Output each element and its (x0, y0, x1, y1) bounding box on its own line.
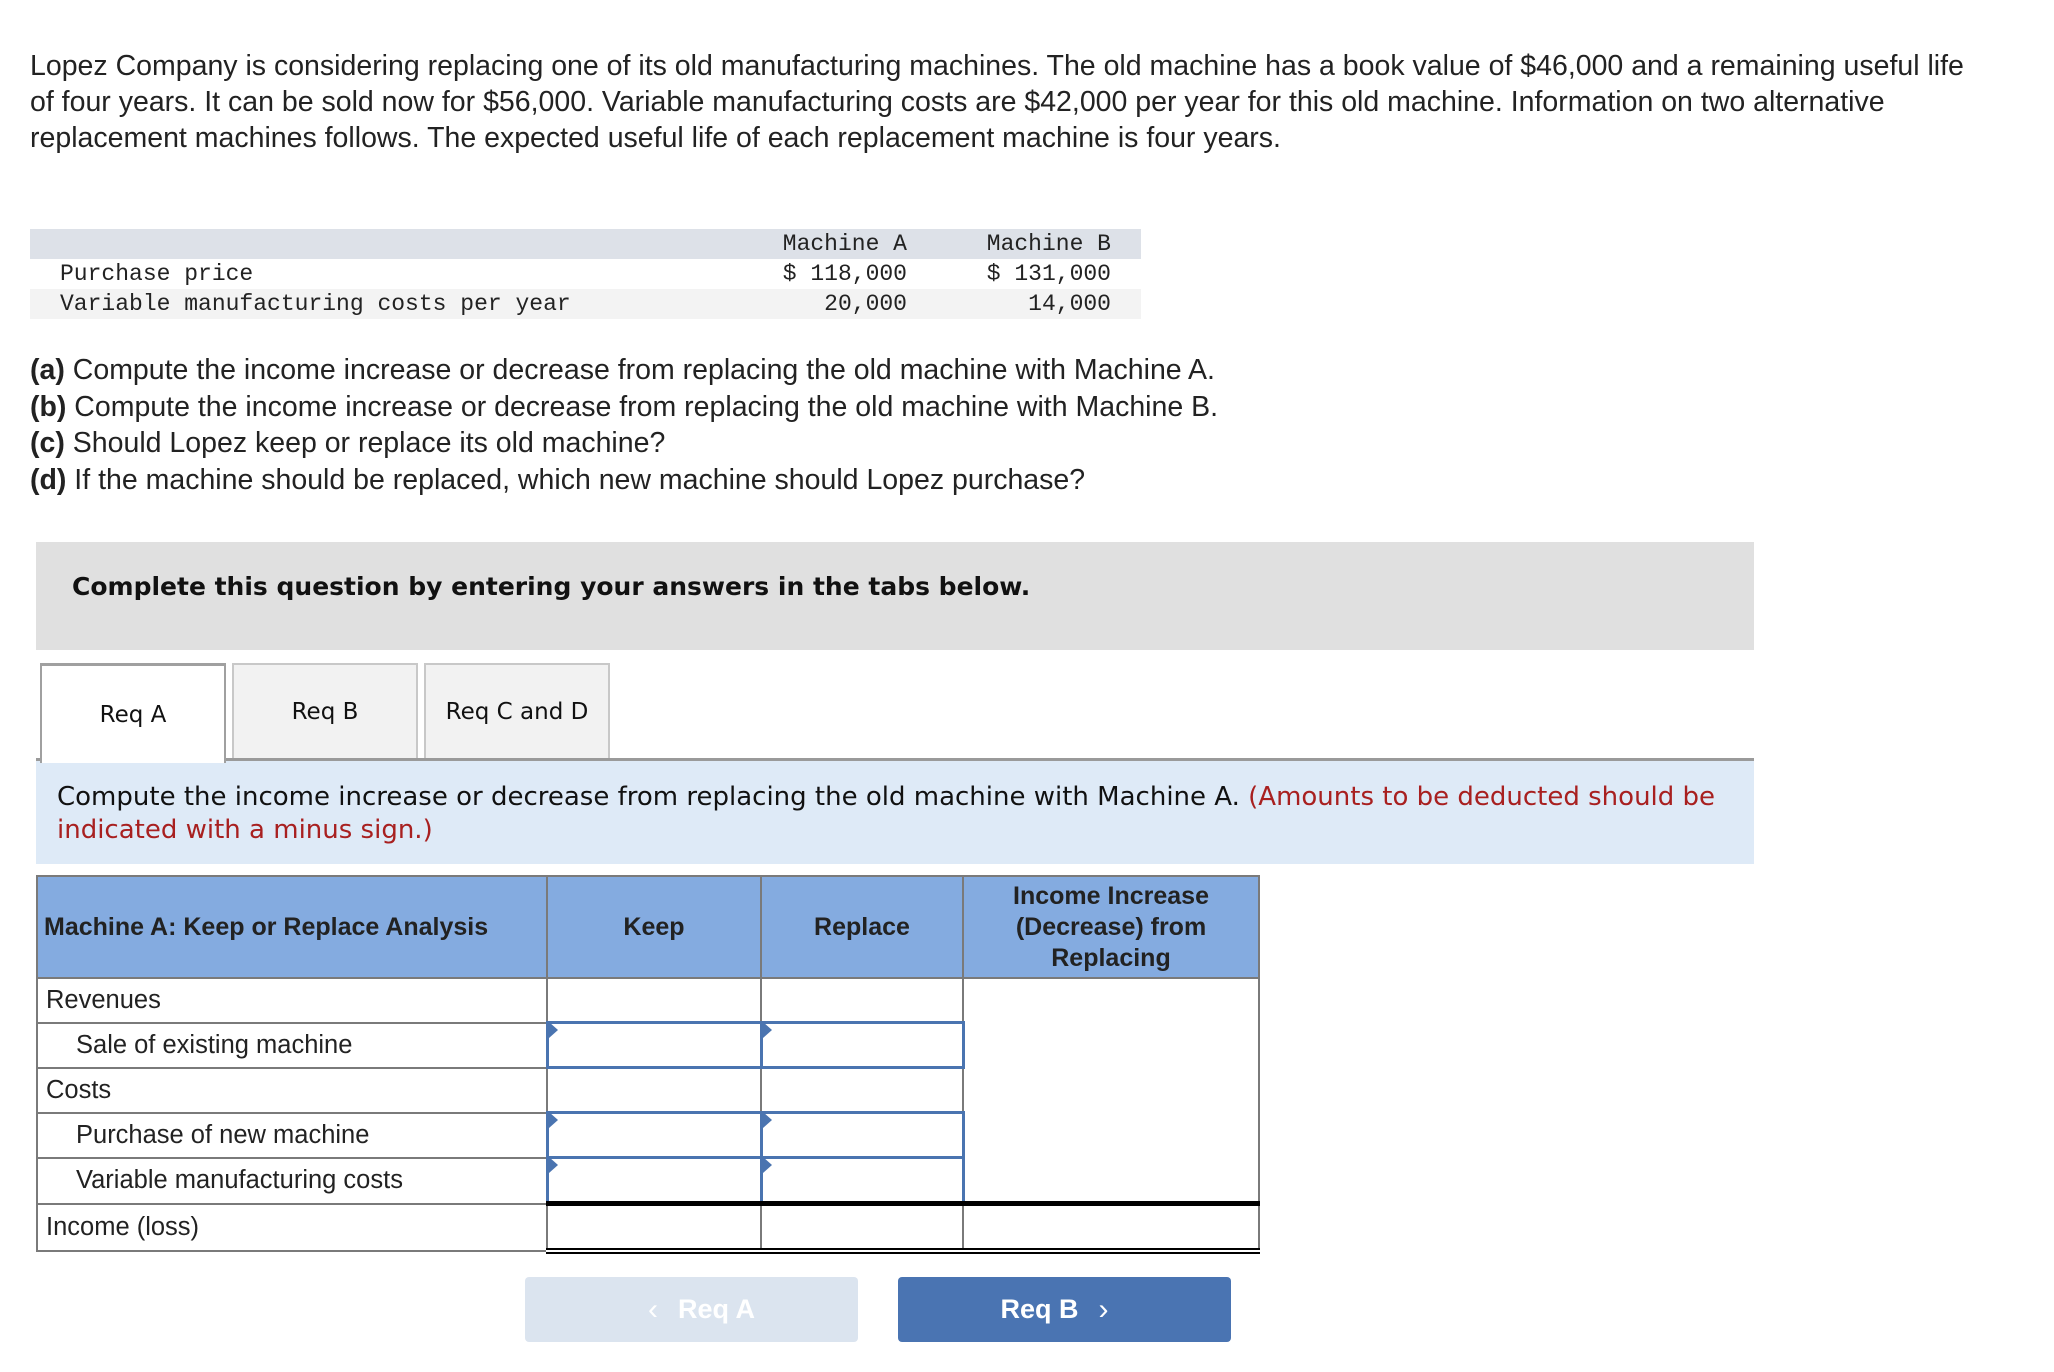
chevron-right-icon: › (1098, 1292, 1109, 1326)
income-increase-column-blank (962, 977, 1260, 1205)
header-keep: Keep (546, 875, 762, 979)
question-tag: (b) (30, 390, 67, 423)
question-text: Compute the income increase or decrease … (66, 390, 1219, 423)
question-item: (a) Compute the income increase or decre… (30, 352, 1218, 389)
row-label-income-loss: Income (loss) (36, 1202, 548, 1252)
question-text: If the machine should be replaced, which… (66, 463, 1086, 496)
purchase-new-keep-input[interactable] (545, 1111, 763, 1159)
question-list: (a) Compute the income increase or decre… (30, 352, 1218, 498)
req-a-prompt: Compute the income increase or decrease … (57, 782, 1240, 812)
given-header-machine-a: Machine A (707, 229, 915, 259)
prev-req-a-button[interactable]: ‹ Req A (525, 1277, 858, 1342)
income-increase-total (962, 1201, 1260, 1254)
tab-req-c-and-d[interactable]: Req C and D (424, 663, 610, 759)
row-label-revenues: Revenues (36, 977, 548, 1024)
header-replace: Replace (760, 875, 964, 979)
income-keep-total (546, 1201, 762, 1254)
instructions-banner: Complete this question by entering your … (36, 542, 1754, 650)
costs-replace-cell (760, 1066, 964, 1114)
question-item: (b) Compute the income increase or decre… (30, 389, 1218, 426)
table-row: Revenues (36, 977, 1260, 1205)
variable-costs-replace-input[interactable] (759, 1156, 965, 1205)
row-label-costs: Costs (36, 1066, 548, 1114)
question-text: Should Lopez keep or replace its old mac… (64, 427, 666, 459)
given-data-table: Machine A Machine B Purchase price $ 118… (30, 229, 1141, 319)
tab-req-a[interactable]: Req A (40, 663, 226, 763)
prev-button-label: Req A (677, 1294, 755, 1324)
given-header-machine-b: Machine B (915, 229, 1141, 259)
req-a-instructions: Compute the income increase or decrease … (36, 761, 1754, 864)
row-label-variable-manufacturing-costs: Variable manufacturing costs (36, 1156, 548, 1205)
row-label-sale-of-existing-machine: Sale of existing machine (36, 1021, 548, 1069)
revenues-keep-cell (546, 977, 762, 1024)
req-a-prompt-paragraph: Compute the income increase or decrease … (57, 781, 1747, 847)
variable-costs-keep-input[interactable] (545, 1156, 763, 1205)
sale-existing-replace-input[interactable] (759, 1021, 965, 1069)
income-replace-total (760, 1201, 964, 1254)
revenues-replace-cell (760, 977, 964, 1024)
header-income-increase: Income Increase (Decrease) from Replacin… (962, 875, 1260, 979)
next-button-label: Req B (1000, 1294, 1079, 1324)
given-row-value-a: 20,000 (707, 289, 915, 319)
given-row-value-b: $ 131,000 (986, 261, 1111, 287)
given-table-row: Purchase price $ 118,000 $ 131,000 (30, 259, 1141, 289)
question-tag: (d) (30, 463, 67, 496)
keep-replace-analysis-table: Machine A: Keep or Replace Analysis Keep… (36, 875, 1260, 1254)
question-tag: (c) (30, 427, 65, 459)
given-table-row: Variable manufacturing costs per year 20… (30, 289, 1141, 319)
sale-existing-keep-input[interactable] (545, 1021, 763, 1069)
given-header-blank (30, 229, 707, 259)
next-req-b-button[interactable]: Req B › (898, 1277, 1231, 1342)
given-row-value-a: $ 118,000 (782, 261, 907, 287)
analysis-header-row: Machine A: Keep or Replace Analysis Keep… (36, 875, 1260, 979)
question-text: Compute the income increase or decrease … (64, 354, 1215, 386)
costs-keep-cell (546, 1066, 762, 1114)
question-tag: (a) (30, 354, 65, 386)
tab-req-b[interactable]: Req B (232, 663, 418, 759)
given-table-header-row: Machine A Machine B (30, 229, 1141, 259)
chevron-left-icon: ‹ (647, 1292, 658, 1326)
given-row-label: Purchase price (60, 261, 254, 287)
purchase-new-replace-input[interactable] (759, 1111, 965, 1159)
instructions-banner-text: Complete this question by entering your … (72, 572, 1031, 601)
given-row-label: Variable manufacturing costs per year (30, 289, 707, 319)
row-label-purchase-new-machine: Purchase of new machine (36, 1111, 548, 1159)
table-row-total: Income (loss) (36, 1201, 1260, 1254)
header-analysis-title: Machine A: Keep or Replace Analysis (36, 875, 548, 979)
question-item: (d) If the machine should be replaced, w… (30, 462, 1218, 499)
problem-intro: Lopez Company is considering replacing o… (30, 50, 1964, 154)
question-item: (c) Should Lopez keep or replace its old… (30, 425, 1218, 462)
given-row-value-b: 14,000 (915, 289, 1141, 319)
